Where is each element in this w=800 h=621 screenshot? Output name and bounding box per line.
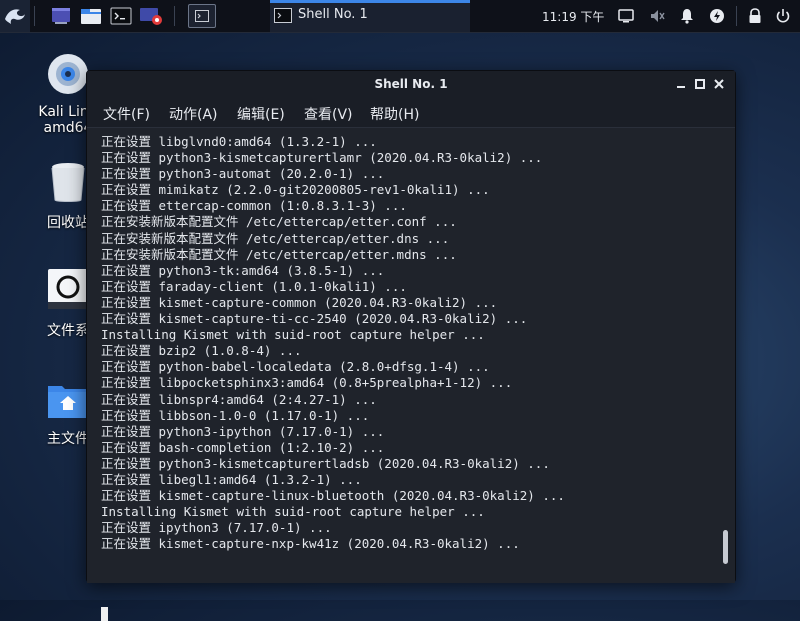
optical-disc-icon	[48, 54, 88, 94]
terminal-line: 正在设置 kismet-capture-linux-bluetooth (202…	[101, 488, 565, 504]
file-manager-button[interactable]	[78, 0, 104, 32]
show-desktop-button[interactable]	[48, 0, 74, 32]
terminal-emulator-button[interactable]	[108, 0, 134, 32]
terminal-emulator-icon	[110, 7, 132, 25]
clock[interactable]: 11:19 下午	[542, 8, 604, 25]
terminal-line: 正在设置 mimikatz (2.2.0-git20200805-rev1-0k…	[101, 182, 490, 198]
menu-edit[interactable]: 编辑(E)	[237, 104, 285, 124]
terminal-line: 正在设置 ipython3 (7.17.0-1) ...	[101, 520, 332, 536]
lock-icon[interactable]	[746, 7, 764, 25]
terminal-line: 正在设置 python3-kismetcapturertladsb (2020.…	[101, 455, 550, 471]
file-manager-icon	[81, 9, 101, 24]
home-folder-icon	[48, 386, 88, 418]
close-icon	[714, 79, 724, 89]
taskbar-item-label: Shell No. 1	[298, 7, 368, 22]
maximize-icon	[695, 79, 705, 89]
scrollbar-thumb[interactable]	[723, 530, 728, 564]
window-title: Shell No. 1	[374, 77, 448, 91]
display-icon[interactable]	[617, 7, 635, 25]
screen-recorder-icon	[140, 8, 162, 25]
terminal-icon	[195, 10, 209, 22]
terminal-line: 正在设置 faraday-client (1.0.1-0kali1) ...	[101, 278, 407, 294]
terminal-output-area[interactable]: 正在设置 libglvnd0:amd64 (1.3.2-1) ... 正在设置 p…	[87, 127, 735, 621]
terminal-line: 正在设置 python3-kismetcapturertlamr (2020.0…	[101, 150, 543, 166]
power-icon[interactable]	[774, 7, 792, 25]
text-cursor	[101, 607, 108, 621]
close-button[interactable]	[711, 76, 727, 92]
minimize-button[interactable]	[673, 76, 689, 92]
terminal-line: 正在设置 bash-completion (1:2.10-2) ...	[101, 439, 385, 455]
window-titlebar[interactable]: Shell No. 1	[87, 71, 735, 97]
scrollbar[interactable]	[724, 129, 729, 577]
terminal-line: 正在设置 python3-ipython (7.17.0-1) ...	[101, 423, 385, 439]
terminal-line: 正在设置 bzip2 (1.0.8-4) ...	[101, 343, 302, 359]
power-manager-icon[interactable]	[708, 7, 726, 25]
show-desktop-icon	[52, 8, 70, 24]
terminal-output: 正在设置 libglvnd0:amd64 (1.3.2-1) ... 正在设置 p…	[101, 134, 565, 552]
screen-recorder-button[interactable]	[138, 0, 164, 32]
notification-bell-icon[interactable]	[678, 7, 696, 25]
trash-icon	[51, 163, 85, 202]
menu-bar: 文件(F) 动作(A) 编辑(E) 查看(V) 帮助(H)	[87, 97, 735, 127]
menu-actions[interactable]: 动作(A)	[169, 104, 218, 124]
applications-menu-button[interactable]	[0, 0, 30, 32]
terminal-line: Installing Kismet with suid-root capture…	[101, 504, 485, 520]
kali-dragon-icon	[5, 9, 25, 24]
maximize-button[interactable]	[692, 76, 708, 92]
workspace-terminal-button[interactable]	[185, 0, 219, 32]
menu-file[interactable]: 文件(F)	[103, 104, 150, 124]
terminal-line: 正在设置 python3-tk:amd64 (3.8.5-1) ...	[101, 262, 385, 278]
volume-muted-icon[interactable]	[648, 7, 666, 25]
terminal-line: 正在安装新版本配置文件 /etc/ettercap/etter.conf ...	[101, 214, 457, 230]
active-indicator	[270, 0, 470, 3]
terminal-line: 正在设置 python3-automat (20.2.0-1) ...	[101, 166, 385, 182]
terminal-line: 正在设置 kismet-capture-common (2020.04.R3-0…	[101, 294, 498, 310]
filesystem-drive-icon	[48, 269, 88, 309]
window-frame	[188, 4, 216, 28]
terminal-line: 正在设置 libnspr4:amd64 (2:4.27-1) ...	[101, 391, 377, 407]
top-panel: Shell No. 1 11:19 下午	[0, 0, 800, 33]
terminal-line: 正在设置 kismet-capture-nxp-kw41z (2020.04.R…	[101, 536, 520, 552]
terminal-line: 正在设置 kismet-capture-ti-cc-2540 (2020.04.…	[101, 311, 528, 327]
terminal-line: 正在设置 python-babel-localedata (2.8.0+dfsg…	[101, 359, 490, 375]
terminal-line: 正在设置 libegl1:amd64 (1.3.2-1) ...	[101, 471, 362, 487]
minimize-icon	[677, 86, 685, 88]
terminal-line: Installing Kismet with suid-root capture…	[101, 327, 485, 343]
terminal-icon	[274, 8, 292, 27]
terminal-line: 正在安装新版本配置文件 /etc/ettercap/etter.dns ...	[101, 230, 450, 246]
terminal-line: 正在设置 ettercap-common (1:0.8.3.1-3) ...	[101, 198, 407, 214]
terminal-line: 正在安装新版本配置文件 /etc/ettercap/etter.mdns ...	[101, 246, 457, 262]
taskbar-item-shell[interactable]: Shell No. 1	[270, 0, 470, 32]
menu-help[interactable]: 帮助(H)	[370, 104, 419, 124]
terminal-line: 正在设置 libbson-1.0-0 (1.17.0-1) ...	[101, 407, 370, 423]
menu-view[interactable]: 查看(V)	[304, 104, 353, 124]
terminal-line: 正在设置 libpocketsphinx3:amd64 (0.8+5prealp…	[101, 375, 513, 391]
terminal-line: 正在设置 libglvnd0:amd64 (1.3.2-1) ...	[101, 134, 377, 149]
terminal-window: Shell No. 1 文件(F) 动作(A) 编辑(E) 查看(V) 帮助(H…	[86, 70, 736, 621]
